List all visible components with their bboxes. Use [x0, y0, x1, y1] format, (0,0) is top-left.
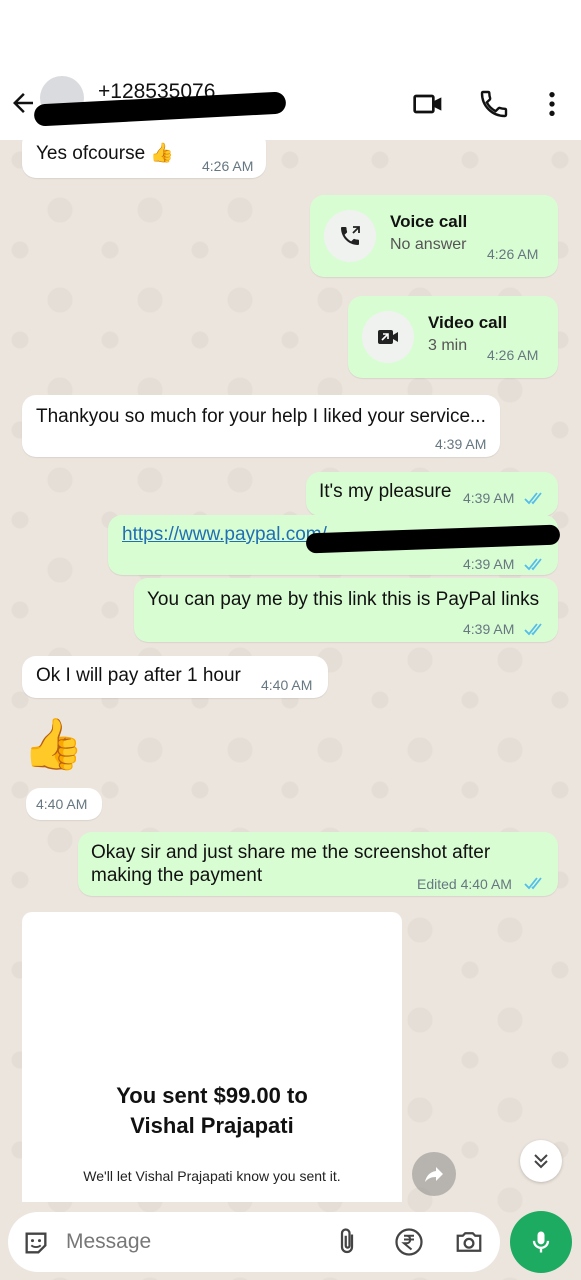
message-time: 4:39 AM [435, 436, 487, 452]
mic-button[interactable] [510, 1211, 572, 1273]
message-text: Ok I will pay after 1 hour [36, 665, 241, 686]
call-log-voice[interactable]: Voice call No answer 4:26 AM [310, 195, 558, 277]
message-text-line2: making the payment [91, 865, 263, 886]
rupee-payment-icon[interactable] [394, 1227, 424, 1257]
message-outgoing[interactable]: It's my pleasure 4:39 AM [306, 472, 558, 516]
read-receipt-icon [524, 877, 542, 890]
receipt-title-line1: You sent $99.00 to [116, 1083, 308, 1108]
phone-icon[interactable] [478, 88, 510, 120]
scroll-to-bottom-button[interactable] [520, 1140, 562, 1182]
message-time: 4:39 AM [463, 621, 515, 637]
message-time: Edited 4:40 AM [417, 876, 512, 892]
video-call-icon[interactable] [412, 88, 444, 120]
missed-voice-call-icon [341, 226, 360, 245]
read-receipt-icon [524, 558, 542, 571]
thumbs-up-emoji: 👍 [22, 716, 85, 772]
message-incoming[interactable]: Ok I will pay after 1 hour 4:40 AM [22, 656, 328, 698]
forward-button[interactable] [412, 1152, 456, 1196]
message-time: 4:39 AM [463, 490, 515, 506]
message-text: Thankyou so much for your help I liked y… [36, 406, 486, 427]
emoji-time-bubble: 4:40 AM [26, 788, 102, 820]
message-time: 4:26 AM [487, 347, 539, 363]
message-time: 4:40 AM [261, 677, 313, 693]
payment-screenshot-image[interactable]: You sent $99.00 to Vishal Prajapati We'l… [22, 912, 402, 1202]
message-outgoing[interactable]: You can pay me by this link this is PayP… [134, 578, 558, 642]
read-receipt-icon [524, 623, 542, 636]
redaction-mark [305, 524, 561, 554]
sticker-icon[interactable] [22, 1229, 50, 1257]
emoji-message[interactable]: 👍 [22, 712, 85, 782]
message-text-line1: Okay sir and just share me the screensho… [91, 842, 491, 863]
message-outgoing[interactable]: Okay sir and just share me the screensho… [78, 832, 558, 896]
attach-icon[interactable] [332, 1227, 362, 1257]
message-composer[interactable]: Message [8, 1212, 500, 1272]
message-time: 4:26 AM [487, 246, 539, 262]
call-status: No answer [390, 236, 467, 253]
status-bar [0, 0, 581, 70]
call-log-video[interactable]: Video call 3 min 4:26 AM [348, 296, 558, 378]
mic-icon [532, 1231, 550, 1253]
message-time: 4:26 AM [202, 158, 254, 174]
message-incoming[interactable]: Yes ofcourse 👍 4:26 AM [22, 130, 266, 178]
forward-icon [425, 1167, 443, 1182]
receipt-title-line2: Vishal Prajapati [130, 1113, 294, 1138]
call-title: Voice call [390, 212, 468, 231]
message-text: It's my pleasure [319, 481, 452, 502]
camera-icon[interactable] [454, 1227, 484, 1257]
paypal-link[interactable]: https://www.paypal.com/ [122, 523, 327, 546]
message-outgoing-link[interactable]: https://www.paypal.com/ 4:39 AM [108, 515, 561, 575]
message-text: Yes ofcourse 👍 [36, 143, 175, 164]
read-receipt-icon [524, 492, 542, 505]
message-time: 4:39 AM [463, 556, 515, 572]
call-duration: 3 min [428, 337, 468, 354]
call-title: Video call [428, 313, 508, 332]
message-text: You can pay me by this link this is PayP… [147, 589, 540, 610]
call-icon-wrap [362, 311, 414, 363]
video-call-log-icon [378, 330, 398, 344]
more-vert-icon[interactable] [536, 88, 568, 120]
message-input[interactable]: Message [66, 1230, 151, 1254]
call-icon-wrap [324, 210, 376, 262]
double-chevron-down-icon [534, 1154, 548, 1169]
receipt-subtitle: We'll let Vishal Prajapati know you sent… [83, 1168, 341, 1184]
message-time: 4:40 AM [36, 796, 88, 812]
message-incoming[interactable]: Thankyou so much for your help I liked y… [22, 395, 500, 457]
